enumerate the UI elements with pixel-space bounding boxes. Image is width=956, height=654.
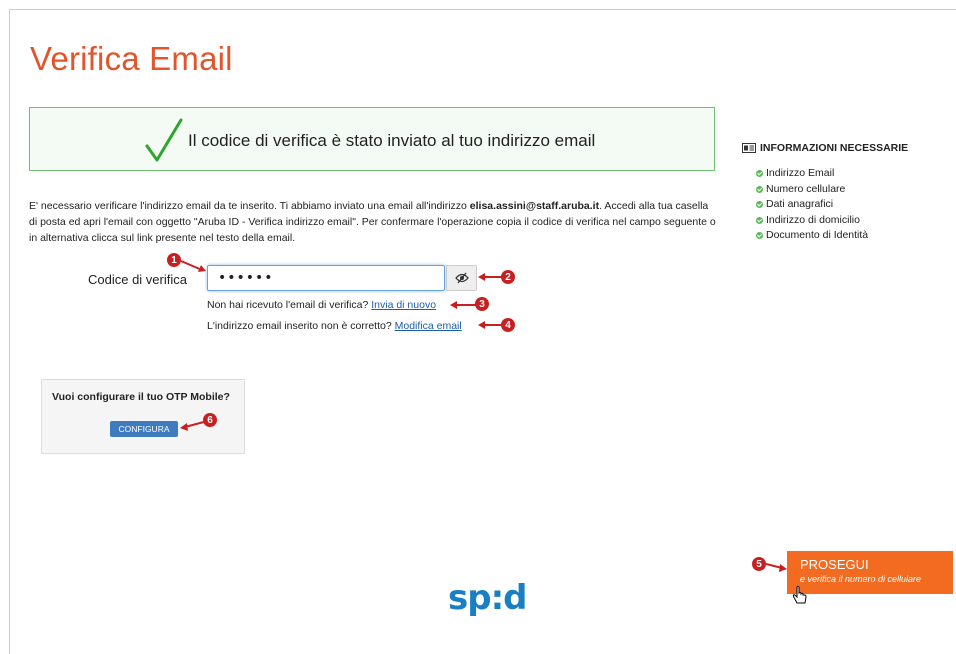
hand-cursor-icon [792, 586, 807, 604]
checkmark-icon [145, 118, 183, 162]
toggle-visibility-button[interactable] [446, 265, 477, 291]
info-title: INFORMAZIONI NECESSARIE [742, 142, 942, 154]
page-title: Verifica Email [30, 40, 233, 77]
code-label: Codice di verifica [88, 272, 187, 287]
list-item: Indirizzo di domicilio [756, 213, 942, 229]
list-item: Documento di Identità [756, 228, 942, 244]
configura-button[interactable]: CONFIGURA [110, 421, 178, 437]
annotation-arrow-4 [478, 321, 502, 329]
modify-email-link[interactable]: Modifica email [395, 320, 462, 332]
success-alert: Il codice di verifica è stato inviato al… [29, 107, 715, 171]
id-card-icon [742, 143, 756, 153]
list-item: Indirizzo Email [756, 166, 942, 182]
check-bullet-icon [756, 185, 763, 193]
annotation-arrow-5 [766, 563, 787, 572]
prosegui-button[interactable]: PROSEGUI e verifica il numero di cellula… [787, 551, 953, 594]
annotation-badge-4: 4 [501, 318, 515, 332]
prosegui-sublabel: e verifica il numero di cellulare [800, 574, 922, 584]
list-item: Numero cellulare [756, 182, 942, 198]
list-item-label: Dati anagrafici [766, 198, 834, 210]
annotation-badge-5: 5 [752, 557, 766, 571]
check-bullet-icon [756, 201, 763, 209]
list-item-label: Indirizzo di domicilio [766, 213, 860, 226]
resend-text: Non hai ricevuto l'email di verifica? [207, 299, 372, 311]
success-message: Il codice di verifica è stato inviato al… [188, 131, 596, 150]
info-title-text: INFORMAZIONI NECESSARIE [760, 142, 909, 154]
spid-logo: sp:d [448, 578, 528, 618]
annotation-arrow-2 [478, 273, 502, 281]
check-bullet-icon [756, 216, 763, 224]
resend-link[interactable]: Invia di nuovo [371, 299, 436, 311]
resend-row: Non hai ricevuto l'email di verifica? In… [207, 299, 436, 311]
annotation-arrow-1 [180, 260, 206, 272]
annotation-badge-3: 3 [475, 297, 489, 311]
annotation-badge-2: 2 [501, 270, 515, 284]
list-item: Dati anagrafici [756, 197, 942, 213]
check-bullet-icon [756, 170, 763, 178]
list-item-label: Documento di Identità [766, 229, 869, 241]
info-list: Indirizzo Email Numero cellulare Dati an… [756, 166, 942, 244]
annotation-badge-1: 1 [167, 253, 181, 267]
wrong-email-text: L'indirizzo email inserito non è corrett… [207, 320, 395, 332]
otp-question: Vuoi configurare il tuo OTP Mobile? [52, 391, 230, 403]
info-panel: INFORMAZIONI NECESSARIE Indirizzo Email … [742, 142, 942, 244]
eye-slash-icon [454, 272, 469, 284]
description-part1: E' necessario verificare l'indirizzo ema… [29, 200, 470, 212]
description-text: E' necessario verificare l'indirizzo ema… [29, 198, 719, 246]
description-email: elisa.assini@staff.aruba.it [469, 200, 600, 212]
verification-code-input[interactable] [207, 265, 445, 291]
list-item-label: Indirizzo Email [766, 167, 835, 179]
wrong-email-row: L'indirizzo email inserito non è corrett… [207, 320, 462, 332]
check-bullet-icon [756, 232, 763, 240]
annotation-badge-6: 6 [203, 413, 217, 427]
annotation-arrow-6 [180, 421, 204, 431]
prosegui-label: PROSEGUI [800, 557, 869, 572]
list-item-label: Numero cellulare [766, 182, 846, 195]
annotation-arrow-3 [450, 301, 476, 309]
